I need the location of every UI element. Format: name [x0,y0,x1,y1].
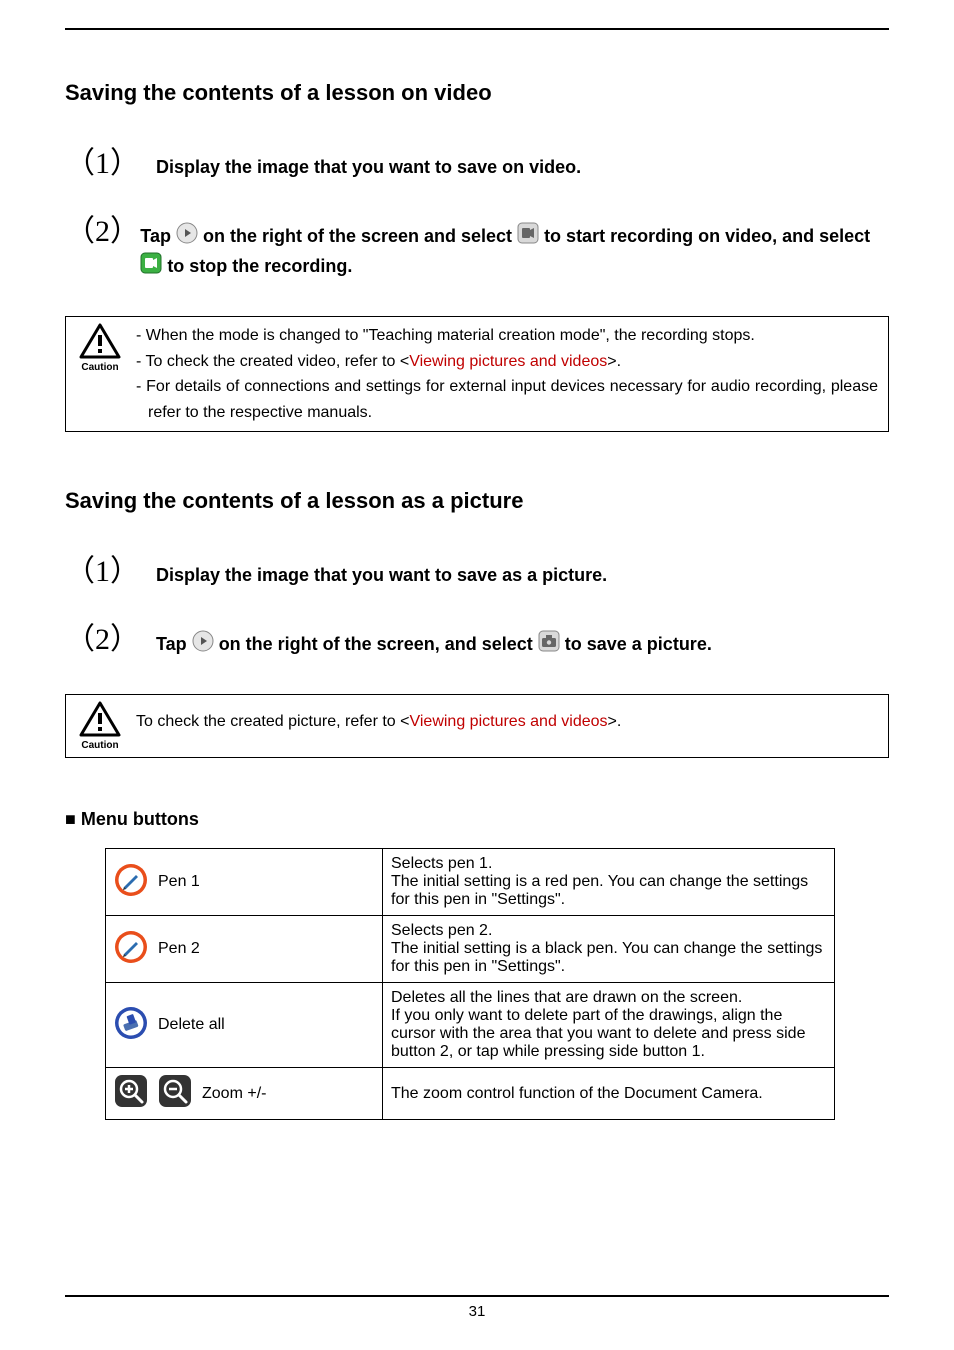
text-fragment: Tap [140,226,176,246]
menu-label: Delete all [158,1016,225,1034]
caution-line: - To check the created video, refer to <… [136,349,878,375]
caution-line: To check the created picture, refer to <… [136,709,621,735]
section2-step2: （2） Tap on the right of the screen, and … [65,625,889,660]
text-fragment: on the right of the screen and select [203,226,517,246]
text-fragment: to start recording on video, and select [544,226,870,246]
section2-caution: Caution To check the created picture, re… [65,694,889,758]
table-row: Pen 1 Selects pen 1. The initial setting… [106,849,835,916]
step-text: Tap on the right of the screen, and sele… [156,625,712,660]
section1-step1: （1） Display the image that you want to s… [65,149,889,181]
caution-line: - When the mode is changed to "Teaching … [136,323,878,349]
pen1-icon [114,863,148,902]
camera-capture-icon [538,630,560,660]
text-fragment: - To check the created video, refer to < [136,353,409,370]
record-play-icon [176,222,198,252]
pen2-icon [114,930,148,969]
section1-caution: Caution - When the mode is changed to "T… [65,316,889,432]
page-footer: 31 [65,1295,889,1320]
caution-label: Caution [81,362,118,373]
menu-label: Pen 1 [158,873,200,891]
warning-icon [79,323,121,364]
table-row: Delete all Deletes all the lines that ar… [106,983,835,1068]
section1-heading: Saving the contents of a lesson on video [65,80,889,106]
section2-step1: （1） Display the image that you want to s… [65,557,889,589]
menu-label: Zoom +/- [202,1085,266,1103]
text-fragment: >. [608,713,622,730]
text-fragment: Tap [156,634,192,654]
caution-line: - For details of connections and setting… [136,374,878,425]
caution-label: Caution [81,740,118,751]
menu-label: Pen 2 [158,940,200,958]
zoom-out-icon [158,1074,192,1113]
zoom-in-icon [114,1074,148,1113]
step-number: （2） [65,217,124,247]
menu-desc: Selects pen 1. The initial setting is a … [383,849,835,916]
text-fragment: >. [607,353,621,370]
menu-desc: The zoom control function of the Documen… [383,1068,835,1120]
warning-icon [79,701,121,742]
page-number: 31 [469,1303,486,1320]
menu-heading: ■ Menu buttons [65,809,889,830]
section1-step2: （2） Tap on the right of the screen and s… [65,217,889,282]
record-play-icon [192,630,214,660]
step-number: （1） [65,557,140,587]
text-fragment: To check the created picture, refer to < [136,713,409,730]
text-fragment: on the right of the screen, and select [219,634,538,654]
step-number: （2） [65,625,140,655]
step-number: （1） [65,149,140,179]
table-row: Zoom +/- The zoom control function of th… [106,1068,835,1120]
text-fragment: to stop the recording. [167,256,352,276]
text-fragment: to save a picture. [565,634,712,654]
viewing-link[interactable]: Viewing pictures and videos [409,353,607,370]
step-text: Display the image that you want to save … [156,149,581,181]
step-text: Tap on the right of the screen and selec… [140,217,889,282]
step-text: Display the image that you want to save … [156,557,607,589]
viewing-link[interactable]: Viewing pictures and videos [409,713,607,730]
record-stop-icon [140,252,162,282]
menu-desc: Deletes all the lines that are drawn on … [383,983,835,1068]
delete-all-icon [114,1006,148,1045]
table-row: Pen 2 Selects pen 2. The initial setting… [106,916,835,983]
record-start-icon [517,222,539,252]
menu-table: Pen 1 Selects pen 1. The initial setting… [105,848,835,1120]
menu-desc: Selects pen 2. The initial setting is a … [383,916,835,983]
section2-heading: Saving the contents of a lesson as a pic… [65,488,889,514]
